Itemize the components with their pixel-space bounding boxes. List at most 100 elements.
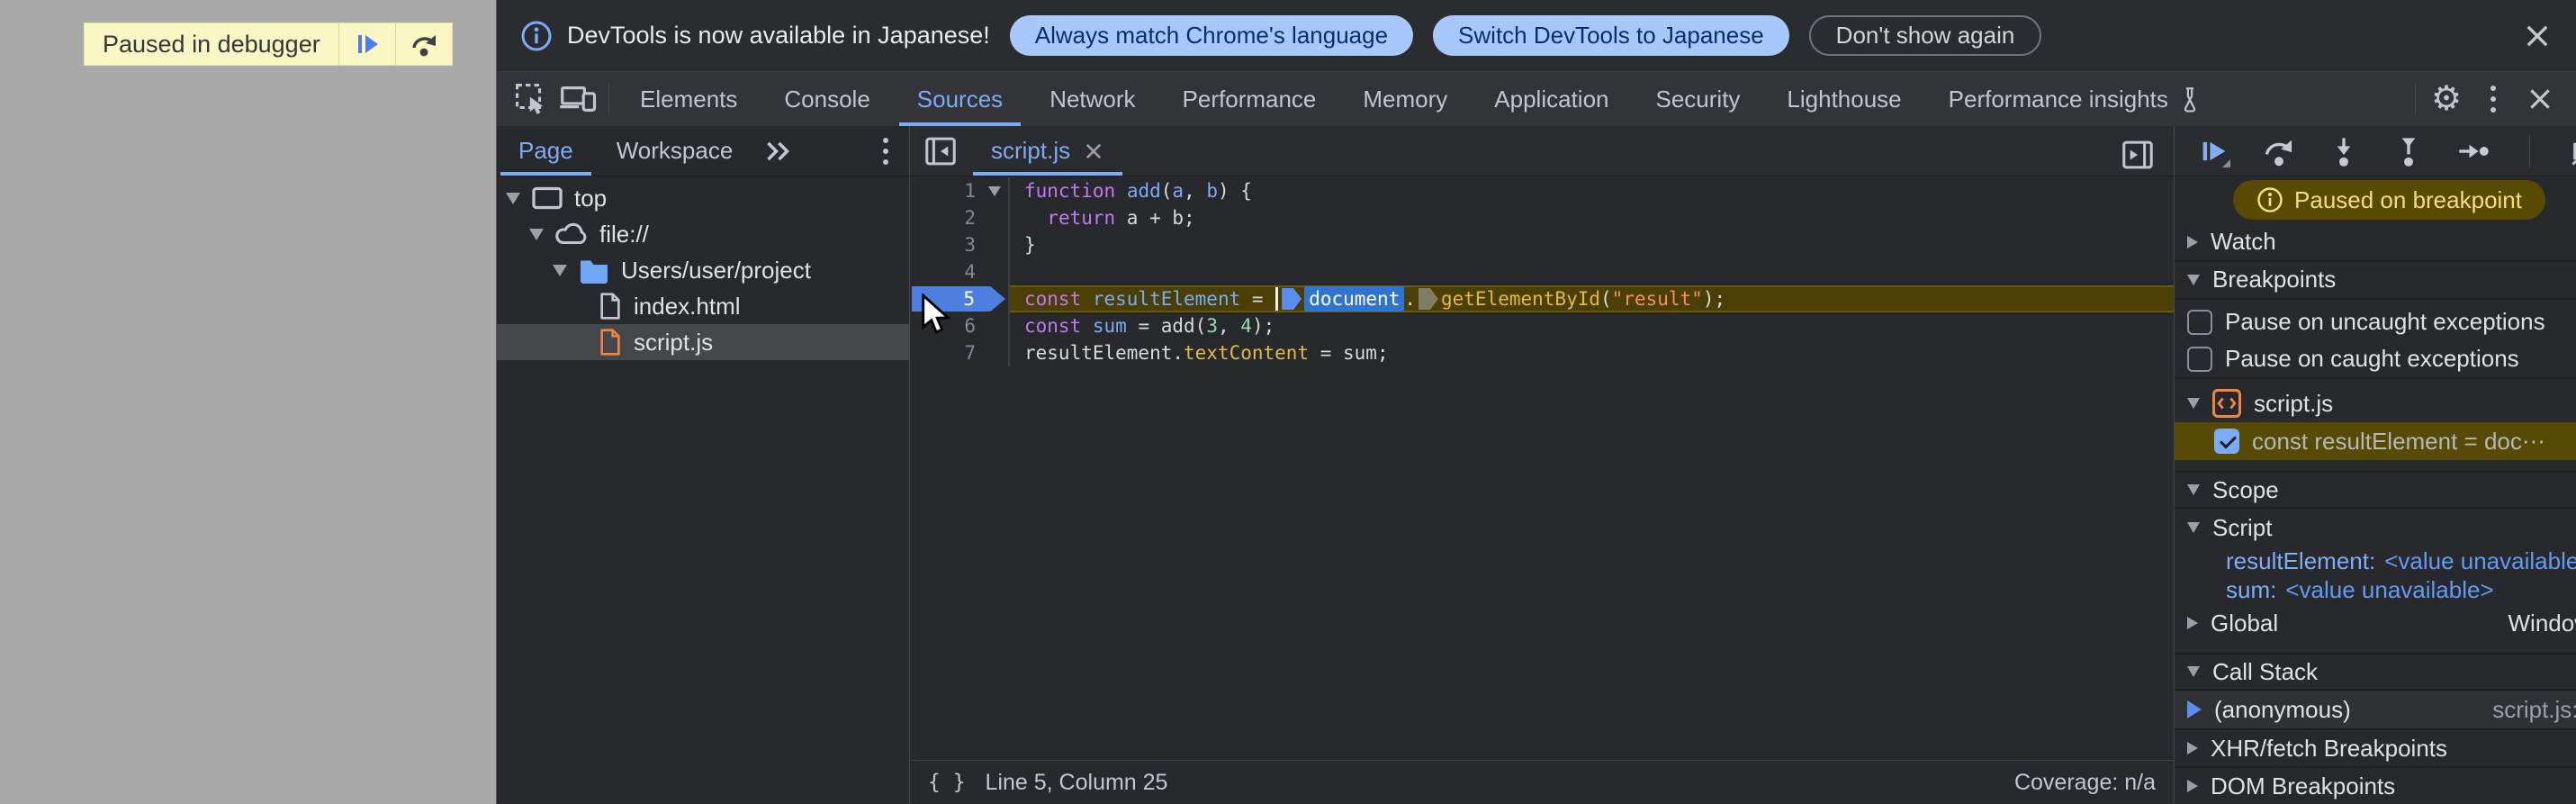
- gutter-line-4[interactable]: 4: [910, 258, 1010, 285]
- step-into-button[interactable]: [2328, 135, 2360, 167]
- tab-performance[interactable]: Performance: [1159, 72, 1340, 126]
- scope-script-group[interactable]: Script: [2175, 509, 2576, 547]
- tab-lighthouse[interactable]: Lighthouse: [1763, 72, 1924, 126]
- text-caret: [1275, 287, 1279, 311]
- close-devtools-button[interactable]: [2517, 77, 2563, 121]
- continue-to-location-marker[interactable]: [1282, 288, 1302, 310]
- continue-to-location-marker[interactable]: [1419, 288, 1438, 310]
- resume-button[interactable]: [2198, 135, 2230, 167]
- scope-section-header[interactable]: Scope: [2175, 471, 2576, 510]
- toggle-debugger-sidebar-button[interactable]: [2114, 133, 2161, 176]
- gutter-line-7[interactable]: 7: [910, 339, 1010, 366]
- navigator-menu-button[interactable]: [862, 130, 909, 173]
- code-text[interactable]: function add(a, b) {: [1010, 177, 2174, 204]
- dom-breakpoints-section-header[interactable]: DOM Breakpoints: [2175, 766, 2576, 804]
- gear-icon: ⚙: [2430, 80, 2463, 118]
- pretty-print-icon[interactable]: { }: [928, 771, 966, 794]
- toggle-navigator-button[interactable]: [917, 130, 964, 173]
- file-icon-orange: [600, 329, 620, 356]
- close-icon: [2526, 25, 2548, 46]
- tree-item-script-js[interactable]: script.js: [497, 324, 909, 360]
- chevron-right-icon: [2187, 235, 2198, 248]
- step-over-button[interactable]: [2263, 135, 2295, 167]
- tab-workspace[interactable]: Workspace: [595, 126, 755, 176]
- deactivate-breakpoints-button[interactable]: [2570, 135, 2576, 167]
- gutter-line-1[interactable]: 1: [910, 177, 1010, 204]
- code-text[interactable]: [1010, 258, 2174, 285]
- xhr-breakpoints-section-header[interactable]: XHR/fetch Breakpoints: [2175, 728, 2576, 766]
- always-match-language-button[interactable]: Always match Chrome's language: [1009, 15, 1414, 56]
- token: = add(: [1126, 315, 1207, 337]
- settings-button[interactable]: ⚙: [2423, 77, 2470, 121]
- line-number: 7: [964, 342, 976, 364]
- step-out-button[interactable]: [2392, 135, 2425, 167]
- callstack-section-header[interactable]: Call Stack: [2175, 653, 2576, 691]
- tab-console[interactable]: Console: [761, 72, 893, 126]
- notification-close-button[interactable]: [2522, 21, 2553, 51]
- tab-memory[interactable]: Memory: [1339, 72, 1471, 126]
- dont-show-again-button[interactable]: Don't show again: [1808, 15, 2042, 56]
- breakpoint-enabled-checkbox[interactable]: [2214, 429, 2239, 455]
- file-tree: top file:// Users/user/project index.htm…: [497, 176, 909, 360]
- step-out-icon: [2401, 137, 2416, 167]
- tree-item-project-folder[interactable]: Users/user/project: [497, 252, 909, 288]
- resume-icon: [2202, 141, 2230, 167]
- pause-caught-checkbox[interactable]: [2187, 346, 2212, 372]
- file-icon: [600, 293, 620, 320]
- debugger-toolbar: [2175, 126, 2576, 176]
- pause-on-caught-exceptions-row[interactable]: Pause on caught exceptions: [2175, 341, 2576, 379]
- step-button[interactable]: [2457, 135, 2490, 167]
- fold-marker-icon[interactable]: [988, 186, 1001, 196]
- cursor-position-label: Line 5, Column 25: [985, 769, 1168, 795]
- resume-script-button[interactable]: [339, 23, 395, 65]
- step-over-icon: [2265, 140, 2292, 166]
- tree-item-top[interactable]: top: [497, 180, 909, 216]
- scope-variable-resultelement[interactable]: resultElement: <value unavailable>: [2175, 547, 2576, 575]
- code-text[interactable]: return a + b;: [1010, 204, 2174, 231]
- resume-icon: [357, 35, 378, 53]
- tab-sources[interactable]: Sources: [894, 72, 1026, 126]
- breakpoints-section-header[interactable]: Breakpoints: [2175, 262, 2576, 300]
- token: const: [1024, 315, 1082, 337]
- code-text[interactable]: const resultElement = document. getElemen…: [1010, 285, 2174, 312]
- inspect-element-button[interactable]: [508, 77, 554, 121]
- scope-variable-sum[interactable]: sum: <value unavailable>: [2175, 575, 2576, 604]
- gutter-line-3[interactable]: 3: [910, 231, 1010, 258]
- gutter-line-2[interactable]: 2: [910, 204, 1010, 231]
- more-tabs-button[interactable]: [754, 130, 801, 173]
- scope-global-group[interactable]: Global Window: [2175, 604, 2576, 642]
- token: add: [1126, 180, 1161, 202]
- tab-network[interactable]: Network: [1026, 72, 1158, 126]
- watch-section-header[interactable]: Watch: [2175, 224, 2576, 262]
- editor-tab-script-js[interactable]: script.js: [971, 126, 1124, 176]
- breakpoint-file-group[interactable]: script.js: [2175, 384, 2576, 422]
- tab-application[interactable]: Application: [1471, 72, 1632, 126]
- flask-icon: [2184, 87, 2196, 113]
- tab-elements[interactable]: Elements: [617, 72, 761, 126]
- code-line-6: 6 const sum = add(3, 4);: [910, 312, 2174, 339]
- chevron-down-icon: [2187, 398, 2200, 410]
- tab-security[interactable]: Security: [1633, 72, 1764, 126]
- switch-to-japanese-button[interactable]: Switch DevTools to Japanese: [1433, 15, 1789, 56]
- step-over-button-banner[interactable]: [396, 23, 452, 65]
- tree-item-file-protocol[interactable]: file://: [497, 216, 909, 252]
- tab-performance-insights[interactable]: Performance insights: [1925, 72, 2226, 126]
- device-toolbar-button[interactable]: [554, 77, 601, 121]
- breakpoint-entry[interactable]: const resultElement = doc⋯ 5: [2175, 422, 2576, 461]
- pause-uncaught-checkbox[interactable]: [2187, 309, 2212, 335]
- close-tab-icon[interactable]: [1083, 140, 1104, 162]
- more-options-button[interactable]: [2470, 77, 2517, 121]
- code-line-3: 3}: [910, 231, 2174, 258]
- callstack-frame[interactable]: (anonymous) script.js:5: [2175, 691, 2576, 729]
- tree-item-index-html[interactable]: index.html: [497, 288, 909, 324]
- token: sum: [1092, 315, 1127, 337]
- code-text[interactable]: resultElement. textContent = sum;: [1010, 339, 2174, 366]
- code-text[interactable]: const sum = add(3, 4);: [1010, 312, 2174, 339]
- tab-page[interactable]: Page: [497, 126, 595, 176]
- paused-on-breakpoint-badge: Paused on breakpoint: [2233, 180, 2545, 221]
- code-text[interactable]: }: [1010, 231, 2174, 258]
- pause-on-uncaught-exceptions-row[interactable]: Pause on uncaught exceptions: [2175, 303, 2576, 341]
